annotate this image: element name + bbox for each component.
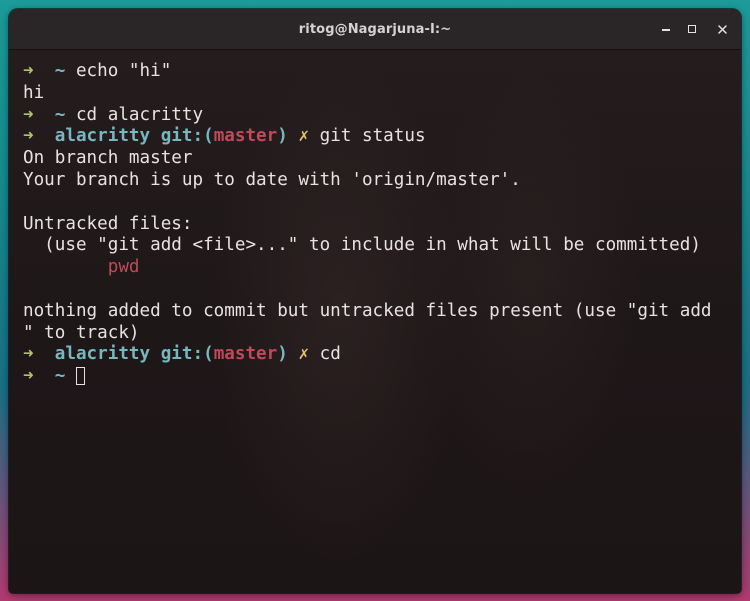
terminal-line: Untracked files: xyxy=(23,213,193,234)
command-text: git status xyxy=(319,126,426,147)
prompt-arrow: ➜ xyxy=(23,344,34,365)
terminal-line: pwd xyxy=(23,257,741,279)
text-cursor[interactable] xyxy=(75,367,85,386)
title-bar[interactable]: ritog@Nagarjuna-I:~ xyxy=(9,9,741,50)
prompt-arrow: ➜ xyxy=(23,126,34,147)
terminal-line[interactable]: ➜ ~ xyxy=(23,366,741,388)
terminal-line: ➜ ~ echo "hi" xyxy=(23,61,741,83)
prompt-cwd: ~ xyxy=(54,61,66,81)
terminal-line: (use "git add <file>..." to include in w… xyxy=(23,235,701,256)
prompt-arrow: ➜ xyxy=(23,104,34,125)
prompt-dirty-mark: ✗ xyxy=(298,126,310,147)
prompt-cwd: ~ xyxy=(54,104,66,125)
terminal-line: nothing added to commit but untracked fi… xyxy=(23,300,712,321)
terminal-line: Your branch is up to date with 'origin/m… xyxy=(23,169,521,190)
command-text: echo "hi" xyxy=(75,61,172,81)
window-title: ritog@Nagarjuna-I:~ xyxy=(298,21,452,37)
prompt-dirty-mark: ✗ xyxy=(298,344,310,365)
terminal-window: ritog@Nagarjuna-I:~ ➜ ~ echo "hi" hi ➜ ~… xyxy=(9,9,741,593)
close-button[interactable] xyxy=(707,9,737,49)
maximize-button[interactable] xyxy=(677,9,707,49)
terminal-line: On branch master xyxy=(23,148,193,169)
untracked-file: pwd xyxy=(107,257,140,278)
prompt-cwd: alacritty xyxy=(54,126,151,147)
close-icon xyxy=(717,24,727,34)
prompt-cwd: alacritty xyxy=(54,344,151,365)
terminal-line: ➜ alacritty git:(master) ✗ cd xyxy=(23,344,741,366)
prompt-git-suffix: ) xyxy=(277,126,288,147)
prompt-branch: master xyxy=(213,344,278,365)
terminal-line: ➜ alacritty git:(master) ✗ git status xyxy=(23,126,741,148)
command-text: cd xyxy=(319,344,341,365)
maximize-icon xyxy=(688,25,696,33)
prompt-arrow: ➜ xyxy=(23,366,34,387)
command-text: cd alacritty xyxy=(75,104,204,125)
prompt-cwd: ~ xyxy=(54,366,66,387)
terminal-line: hi xyxy=(23,82,45,103)
prompt-arrow: ➜ xyxy=(23,61,34,81)
terminal-output[interactable]: ➜ ~ echo "hi" hi ➜ ~ cd alacritty ➜ alac… xyxy=(9,50,741,593)
prompt-branch: master xyxy=(213,126,278,147)
prompt-git-prefix: git:( xyxy=(160,344,214,365)
minimize-icon xyxy=(662,29,670,31)
prompt-git-suffix: ) xyxy=(277,344,288,365)
terminal-line: " to track) xyxy=(23,322,140,343)
terminal-line: ➜ ~ cd alacritty xyxy=(23,105,741,127)
prompt-git-prefix: git:( xyxy=(160,126,214,147)
